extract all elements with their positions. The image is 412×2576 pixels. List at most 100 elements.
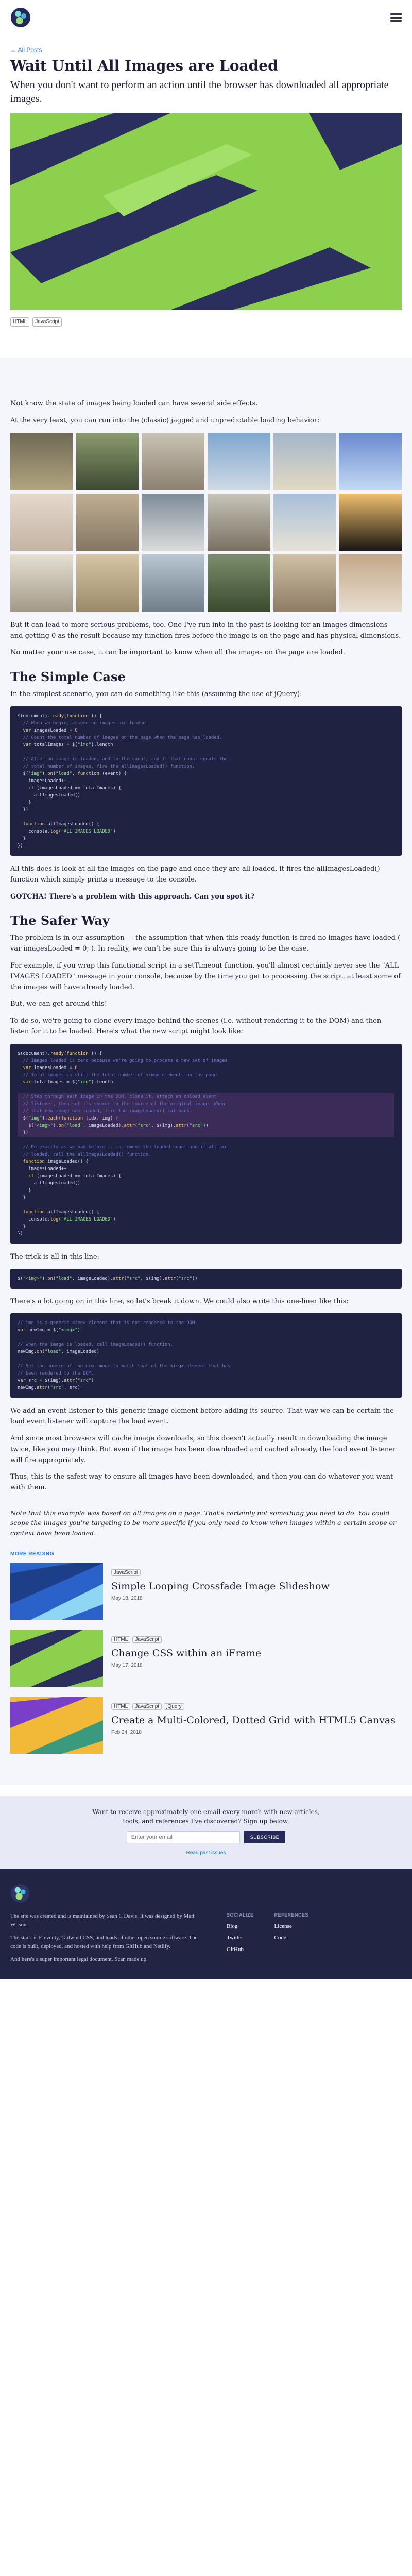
footer-link-blog[interactable]: Blog (227, 1922, 254, 1931)
post-tags: HTML JavaScript (10, 317, 402, 327)
related-post-card[interactable]: HTML JavaScript jQuery Create a Multi-Co… (10, 1697, 402, 1754)
footer-text: The stack is Eleventy, Tailwind CSS, and… (10, 1935, 198, 1950)
footer-column-heading: References (274, 1912, 309, 1918)
gallery-image (142, 554, 204, 612)
gallery-image (273, 554, 336, 612)
related-post-body: HTML JavaScript Change CSS within an iFr… (111, 1630, 261, 1687)
hero-image (10, 113, 402, 311)
related-post-body: HTML JavaScript jQuery Create a Multi-Co… (111, 1697, 396, 1754)
gallery-image (10, 432, 73, 490)
gallery-image (207, 554, 270, 612)
related-post-thumbnail[interactable] (10, 1563, 103, 1620)
paragraph: And since most browsers will cache image… (10, 1434, 397, 1464)
footer-grid: The site was created and is maintained b… (10, 1912, 402, 1964)
code-block: // img is a generic <img> element that i… (10, 1313, 402, 1398)
gallery-image (10, 493, 73, 551)
email-input[interactable] (126, 1831, 240, 1844)
related-post-title[interactable]: Simple Looping Crossfade Image Slideshow (111, 1581, 330, 1593)
related-post-card[interactable]: JavaScript Simple Looping Crossfade Imag… (10, 1563, 402, 1620)
gallery-image (10, 554, 73, 612)
all-posts-label: All Posts (18, 46, 42, 54)
newsletter-section: Want to receive approximately one email … (0, 1796, 412, 1869)
tag[interactable]: JavaScript (111, 1569, 141, 1577)
gallery-image (76, 554, 139, 612)
paragraph: Thus, this is the safest way to ensure a… (10, 1473, 393, 1492)
related-post-body: JavaScript Simple Looping Crossfade Imag… (111, 1563, 330, 1620)
footer-link-code[interactable]: Code (274, 1934, 309, 1942)
footer-text: The site was created and is maintained b… (10, 1913, 195, 1928)
tag[interactable]: JavaScript (32, 317, 62, 327)
paragraph: No matter your use case, it can be impor… (10, 649, 345, 657)
paragraph: The problem is in our assumption — the a… (10, 934, 401, 953)
gallery-image (273, 493, 336, 551)
page-subtitle: When you don't want to perform an action… (10, 79, 389, 105)
footer-column-references: References License Code (274, 1912, 309, 1964)
related-post-date: May 17, 2018 (111, 1663, 143, 1669)
newsletter-prompt: Want to receive approximately one email … (92, 1808, 320, 1825)
code-block: $(document).ready(function () { // When … (10, 706, 402, 856)
gallery-image (207, 493, 270, 551)
related-post-title[interactable]: Change CSS within an iFrame (111, 1648, 261, 1660)
menu-icon[interactable] (390, 13, 402, 22)
article-body: Not know the state of images being loade… (0, 358, 412, 1785)
footer-about: The site was created and is maintained b… (10, 1912, 206, 1964)
related-post-date: May 18, 2018 (111, 1596, 143, 1602)
tag[interactable]: jQuery (164, 1703, 184, 1710)
paragraph: GOTCHA! There's a problem with this appr… (10, 892, 254, 901)
gallery-image (339, 432, 402, 490)
all-posts-link[interactable]: ← All Posts (10, 36, 402, 58)
footer-link-license[interactable]: License (274, 1922, 309, 1931)
paragraph: In the simplest scenario, you can do som… (10, 690, 302, 699)
related-post-date: Feb 24, 2018 (111, 1730, 142, 1736)
paragraph: At the very least, you can run into the … (10, 416, 320, 425)
gallery-image (339, 554, 402, 612)
gallery-image (142, 432, 204, 490)
paragraph: There's a lot going on in this line, so … (10, 1297, 349, 1306)
gallery-image (207, 432, 270, 490)
paragraph: But it can lead to more serious problems… (10, 621, 401, 640)
page: ← All Posts Wait Until All Images are Lo… (0, 0, 412, 1980)
tag[interactable]: JavaScript (132, 1703, 162, 1710)
footer-column-heading: Socialize (227, 1912, 254, 1918)
paragraph: But, we can get around this! (10, 1000, 107, 1008)
top-bar (0, 0, 412, 36)
related-post-thumbnail[interactable] (10, 1697, 103, 1754)
footer-link-github[interactable]: GitHub (227, 1945, 254, 1954)
gallery-image (273, 432, 336, 490)
footer-logo-icon[interactable] (10, 1884, 30, 1903)
footer-column-socialize: Socialize Blog Twitter GitHub (227, 1912, 254, 1964)
past-issues-link[interactable]: Read past issues (186, 1850, 226, 1856)
paragraph: Not know the state of images being loade… (10, 400, 258, 408)
gallery-image (76, 432, 139, 490)
code-block: $(document).ready(function () { // Image… (10, 1043, 402, 1244)
subscribe-button[interactable]: SUBSCRIBE (244, 1831, 286, 1844)
tag[interactable]: HTML (111, 1703, 131, 1710)
footer-link-twitter[interactable]: Twitter (227, 1934, 254, 1942)
article-note: Note that this example was based on all … (10, 1509, 397, 1537)
image-gallery (10, 432, 402, 612)
site-logo-icon[interactable] (10, 7, 31, 28)
site-footer: The site was created and is maintained b… (0, 1869, 412, 1980)
gallery-image (142, 493, 204, 551)
tag[interactable]: HTML (10, 317, 30, 327)
paragraph: For example, if you wrap this functional… (10, 961, 401, 991)
code-block: $("<img>").on("load", imageLoaded).attr(… (10, 1268, 402, 1289)
paragraph: The trick is all in this line: (10, 1252, 99, 1261)
related-post-title[interactable]: Create a Multi-Colored, Dotted Grid with… (111, 1715, 396, 1727)
tag[interactable]: JavaScript (132, 1636, 162, 1643)
section-heading: The Simple Case (10, 669, 126, 685)
hero-pattern (10, 113, 402, 311)
tag[interactable]: HTML (111, 1636, 131, 1643)
newsletter-form: SUBSCRIBE (0, 1831, 412, 1844)
section-heading: The Safer Way (10, 913, 110, 928)
paragraph: All this does is look at all the images … (10, 865, 380, 884)
page-title: Wait Until All Images are Loaded (10, 57, 278, 74)
gallery-image (339, 493, 402, 551)
paragraph: To do so, we're going to clone every ima… (10, 1017, 382, 1036)
footer-text: And here's a super important legal docum… (10, 1956, 148, 1963)
related-post-thumbnail[interactable] (10, 1630, 103, 1687)
related-post-card[interactable]: HTML JavaScript Change CSS within an iFr… (10, 1630, 402, 1687)
more-reading-heading: More Reading (10, 1551, 54, 1557)
paragraph: We add an event listener to this generic… (10, 1407, 394, 1426)
gallery-image (76, 493, 139, 551)
